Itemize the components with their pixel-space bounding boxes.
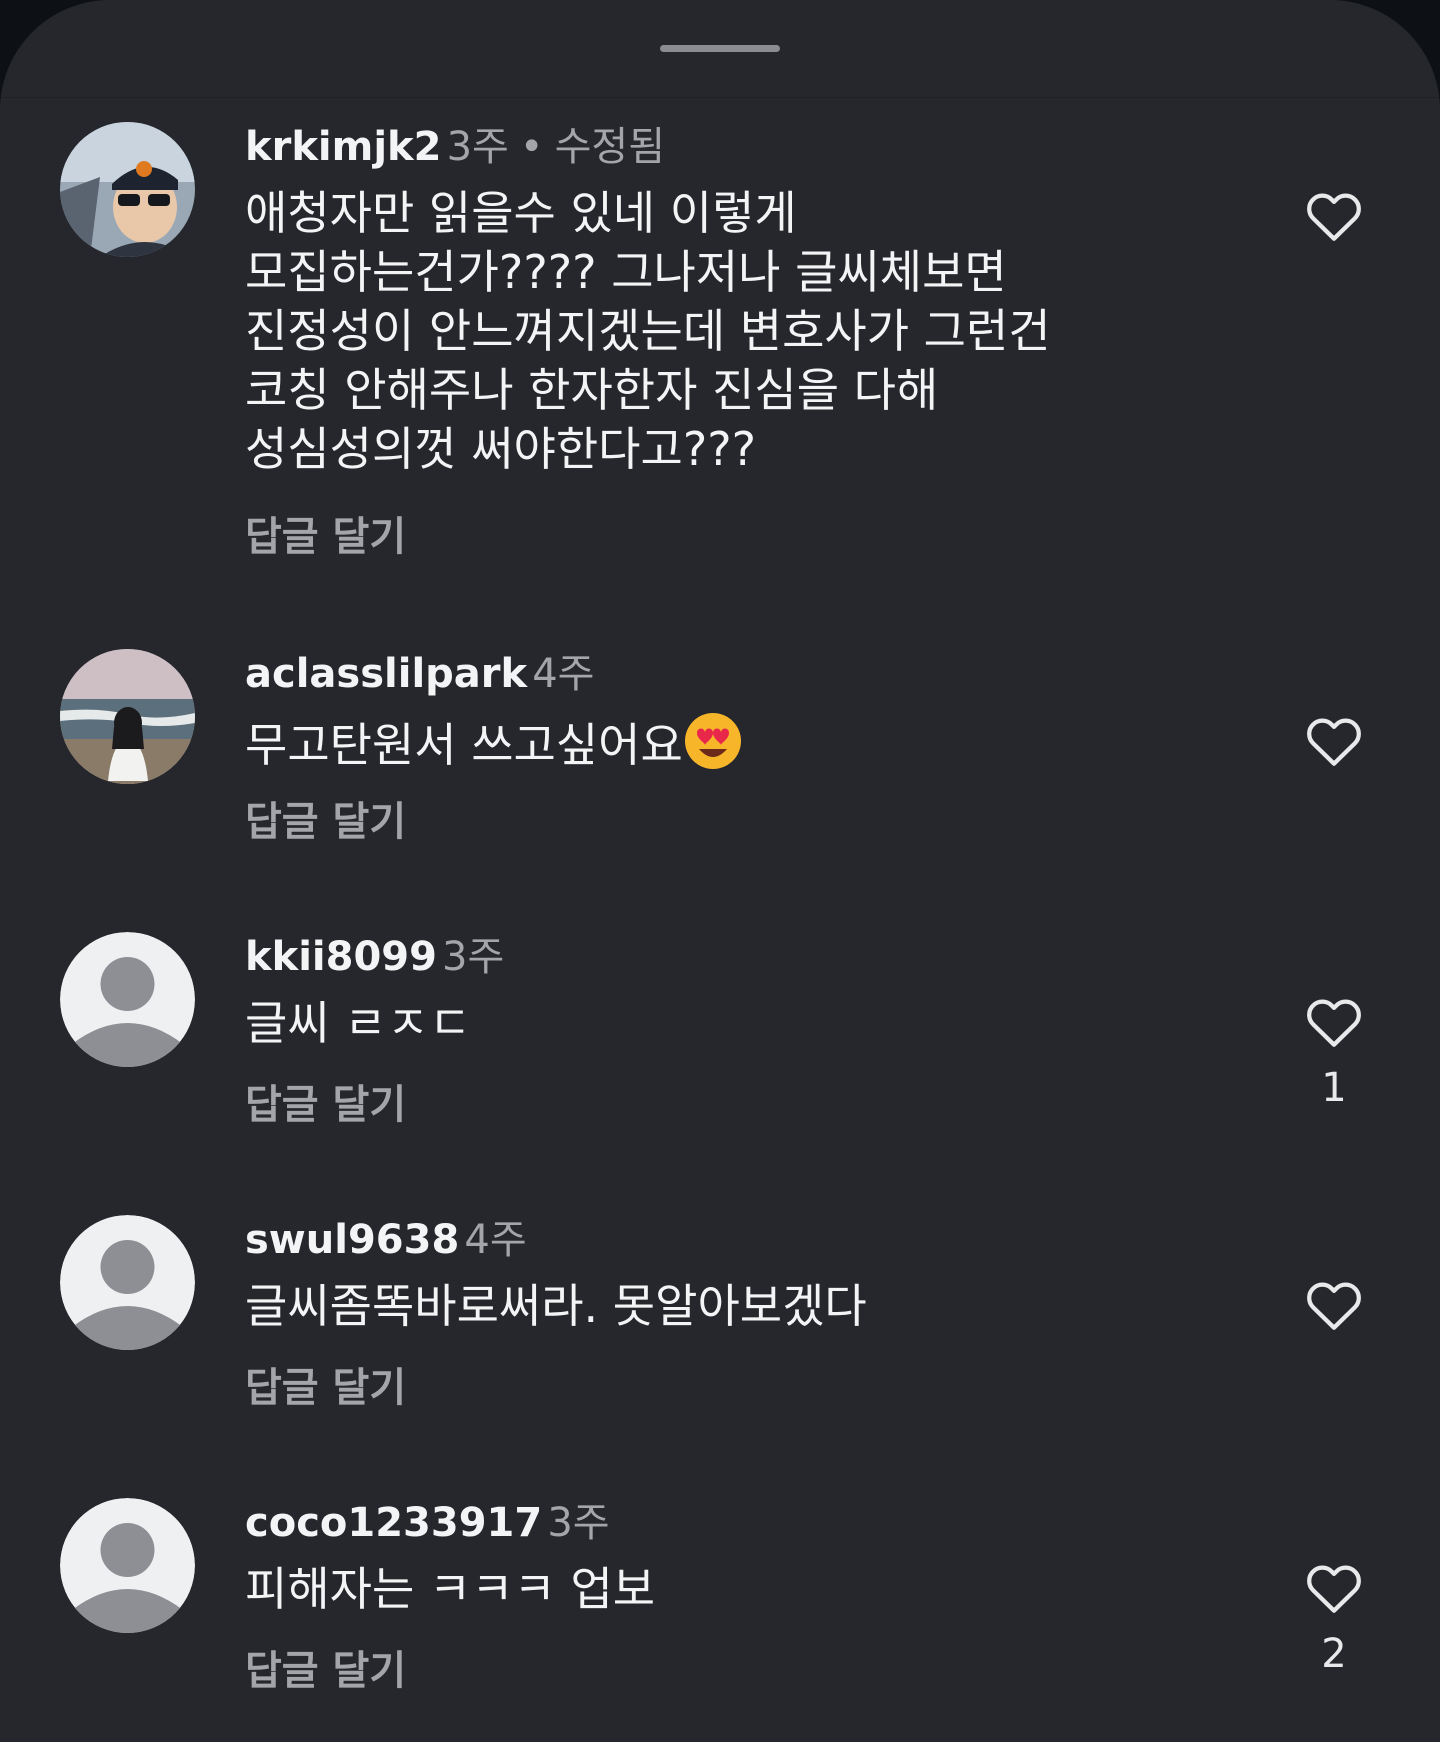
username[interactable]: krkimjk2 [245,124,441,170]
comments-sheet: krkimjk2 3주 • 수정됨 애청자만 읽을수 있네 이렇게 모집하는건가… [0,0,1440,1742]
separator-dot: • [519,124,544,170]
comment-line: 코칭 안해주나 한자한자 진심을 다해 [245,363,939,417]
default-avatar-icon [60,932,195,1067]
username[interactable]: coco1233917 [245,1500,542,1546]
avatar[interactable] [60,649,195,784]
sheet-divider [0,97,1440,98]
reply-button[interactable]: 답글 달기 [245,1646,406,1696]
comment-line: 글씨좀똑바로써라. 못알아보겠다 [245,1279,867,1333]
comment-meta: swul9638 4주 [245,1215,527,1265]
like-button[interactable] [1302,709,1366,773]
drag-handle[interactable] [660,45,780,52]
like-button[interactable] [1302,990,1366,1054]
timestamp: 3주 [442,934,505,980]
timestamp: 4주 [464,1217,527,1263]
reply-button[interactable]: 답글 달기 [245,1080,406,1130]
username[interactable]: kkii8099 [245,934,437,980]
comment-text: 글씨좀똑바로써라. 못알아보겠다 [245,1277,1165,1336]
timestamp: 3주 [547,1500,610,1546]
comment-line: 무고탄원서 쓰고싶어요 [245,718,683,772]
timestamp: 3주 [446,124,509,170]
reply-button[interactable]: 답글 달기 [245,797,406,847]
comment-line: 글씨 ㄹㅈㄷ [245,996,472,1050]
avatar[interactable] [60,1215,195,1350]
username[interactable]: aclasslilpark [245,651,527,697]
heart-outline-icon [1307,718,1361,766]
edited-label: 수정됨 [554,124,665,170]
like-count: 1 [1321,1065,1347,1111]
comment-text: 무고탄원서 쓰고싶어요 [245,711,1165,775]
reply-button[interactable]: 답글 달기 [245,512,406,562]
username[interactable]: swul9638 [245,1217,459,1263]
heart-outline-icon [1307,193,1361,241]
comment-text: 글씨 ㄹㅈㄷ [245,994,1165,1053]
like-button[interactable] [1302,184,1366,248]
comment-line: 성심성의껏 써야한다고??? [245,422,757,476]
comment-text: 피해자는 ㅋㅋㅋ 업보 [245,1560,1165,1619]
comment-meta: krkimjk2 3주 • 수정됨 [245,122,665,172]
comment-line: 피해자는 ㅋㅋㅋ 업보 [245,1562,656,1616]
comment-text: 애청자만 읽을수 있네 이렇게 모집하는건가???? 그나저나 글씨체보면 진정… [245,184,1165,479]
comment-line: 진정성이 안느껴지겠는데 변호사가 그런건 [245,304,1051,358]
like-button[interactable] [1302,1556,1366,1620]
default-avatar-icon [60,1498,195,1633]
like-count: 2 [1321,1631,1347,1677]
heart-outline-icon [1307,1565,1361,1613]
avatar[interactable] [60,932,195,1067]
comment-line: 애청자만 읽을수 있네 이렇게 [245,186,797,240]
like-button[interactable] [1302,1273,1366,1337]
comment-line: 모집하는건가???? 그나저나 글씨체보면 [245,245,1007,299]
default-avatar-icon [60,1215,195,1350]
comment-meta: aclasslilpark 4주 [245,649,594,699]
heart-eyes-emoji-icon [683,711,743,771]
heart-outline-icon [1307,1282,1361,1330]
avatar[interactable] [60,122,195,257]
heart-outline-icon [1307,999,1361,1047]
comment-meta: kkii8099 3주 [245,932,504,982]
avatar[interactable] [60,1498,195,1633]
timestamp: 4주 [532,651,595,697]
comment-meta: coco1233917 3주 [245,1498,610,1548]
reply-button[interactable]: 답글 달기 [245,1363,406,1413]
